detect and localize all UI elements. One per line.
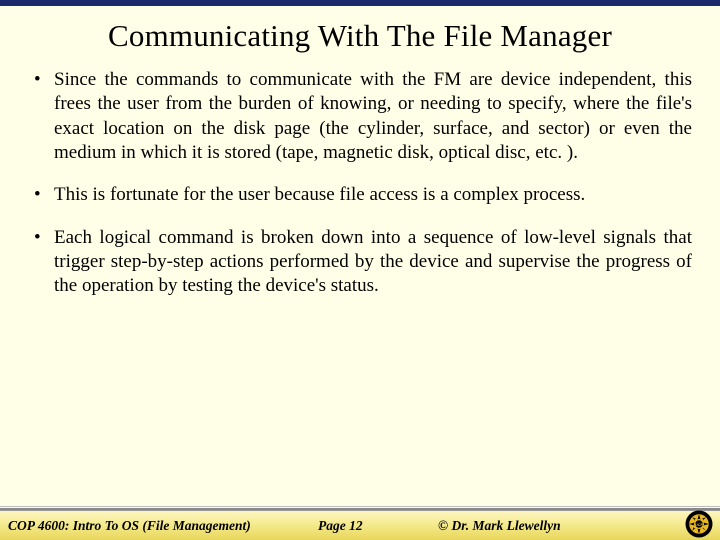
footer-copyright: © Dr. Mark Llewellyn (438, 518, 561, 534)
slide-title: Communicating With The File Manager (0, 6, 720, 68)
svg-text:UCF: UCF (695, 523, 703, 527)
footer-course: COP 4600: Intro To OS (File Management) (8, 518, 251, 534)
ucf-logo-icon: UCF (684, 509, 714, 539)
footer-divider (0, 506, 720, 507)
bullet-item: Since the commands to communicate with t… (28, 68, 692, 165)
footer-page: Page 12 (318, 518, 363, 534)
slide: Communicating With The File Manager Sinc… (0, 0, 720, 540)
slide-content: Since the commands to communicate with t… (0, 68, 720, 299)
slide-footer: COP 4600: Intro To OS (File Management) … (0, 510, 720, 540)
bullet-list: Since the commands to communicate with t… (28, 68, 692, 299)
bullet-item: This is fortunate for the user because f… (28, 183, 692, 207)
bullet-item: Each logical command is broken down into… (28, 226, 692, 299)
